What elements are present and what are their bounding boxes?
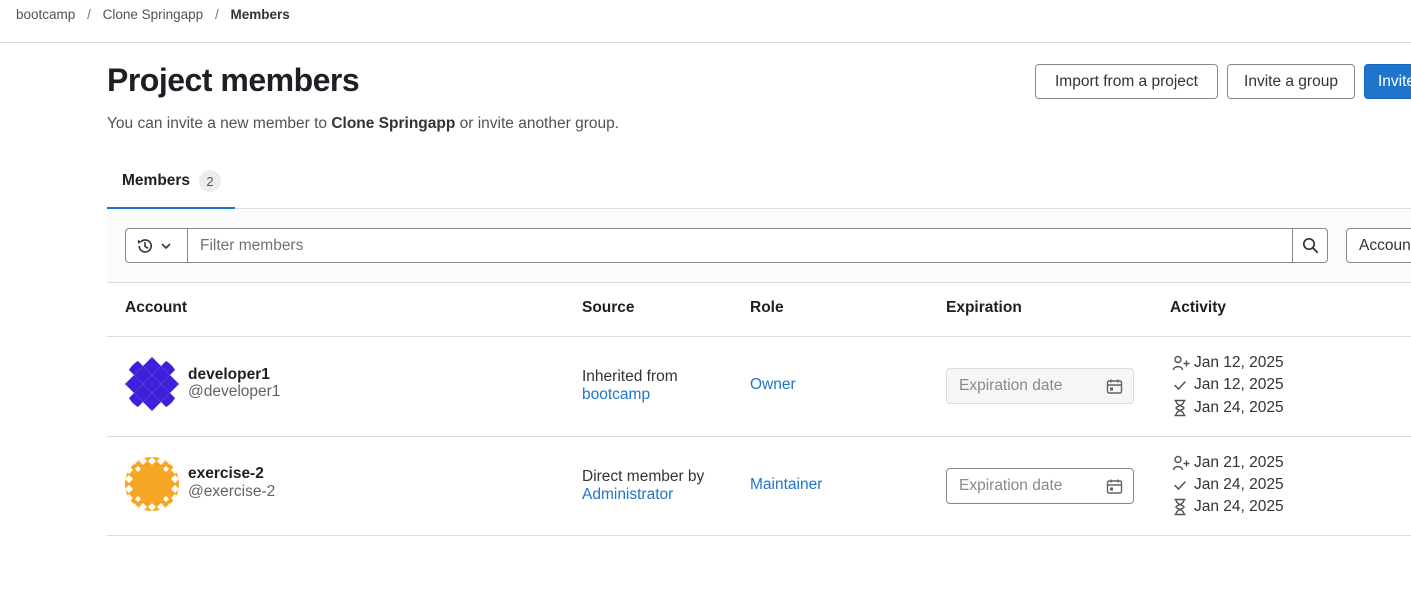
tab-members[interactable]: Members 2 [107,160,235,209]
identicon-avatar [125,357,179,411]
activity-last-activity: Jan 24, 2025 [1172,496,1284,518]
member-source: Direct member by Administrator [582,468,704,504]
user-created-date: Jan 12, 2025 [1194,354,1284,371]
access-granted-date: Jan 12, 2025 [1194,376,1284,393]
filter-members-input[interactable] [187,228,1293,263]
tab-members-label: Members [122,172,191,189]
page-description: You can invite a new member to Clone Spr… [107,115,619,133]
role-dropdown[interactable]: Maintainer [750,476,822,494]
activity-last-activity: Jan 24, 2025 [1172,397,1284,419]
expiration-date-field[interactable]: Expiration date [946,468,1134,504]
role-link[interactable]: Owner [750,376,796,394]
activity-user-created: Jan 12, 2025 [1172,352,1284,374]
import-from-project-button[interactable]: Import from a project [1035,64,1218,99]
chevron-down-icon [161,243,171,249]
last-activity-date: Jan 24, 2025 [1194,399,1284,416]
avatar[interactable] [125,457,179,511]
last-activity-date: Jan 24, 2025 [1194,498,1284,515]
description-suffix: or invite another group. [455,115,620,132]
expiration-placeholder: Expiration date [959,377,1063,394]
check-icon [1174,381,1186,391]
activity-access-granted: Jan 24, 2025 [1172,474,1284,496]
activity-access-granted: Jan 12, 2025 [1172,374,1284,396]
member-name[interactable]: exercise-2 [188,465,264,483]
calendar-icon [1106,479,1123,494]
member-source: Inherited from bootcamp [582,368,678,404]
calendar-icon [1106,379,1123,394]
column-header-role: Role [750,299,784,316]
member-username: @exercise-2 [188,483,276,500]
description-project: Clone Springapp [331,115,456,132]
user-added-icon [1172,455,1190,471]
header-divider [0,42,1411,43]
breadcrumb-separator: / [87,7,91,22]
source-link[interactable]: bootcamp [582,386,678,404]
check-icon [1174,481,1186,491]
breadcrumb-item-bootcamp[interactable]: bootcamp [16,7,75,22]
column-header-expiration: Expiration [946,299,1022,316]
breadcrumb: bootcamp / Clone Springapp / Members [16,7,290,22]
source-text: Direct member by [582,468,705,485]
column-header-activity: Activity [1170,299,1226,316]
tabs-divider [235,208,1411,209]
search-button[interactable] [1292,228,1328,263]
header-row-divider [107,336,1411,337]
invite-group-button[interactable]: Invite a group [1227,64,1355,99]
history-icon [137,238,152,253]
row-divider [107,535,1411,536]
row-divider [107,436,1411,437]
hourglass-icon [1174,399,1186,417]
description-prefix: You can invite a new member to [107,115,332,132]
page-title: Project members [107,62,360,98]
activity-user-created: Jan 21, 2025 [1172,452,1284,474]
filter-bar: Account [107,210,1411,283]
column-header-account: Account [125,299,187,316]
breadcrumb-item-current: Members [230,7,290,22]
access-granted-date: Jan 24, 2025 [1194,476,1284,493]
source-link[interactable]: Administrator [582,486,704,504]
source-text: Inherited from [582,368,678,385]
breadcrumb-item-project[interactable]: Clone Springapp [103,7,204,22]
recent-searches-dropdown[interactable] [125,228,188,263]
user-created-date: Jan 21, 2025 [1194,454,1284,471]
invite-members-button[interactable]: Invite [1364,64,1411,99]
member-name[interactable]: developer1 [188,366,270,384]
column-header-source: Source [582,299,635,316]
expiration-placeholder: Expiration date [959,477,1063,494]
avatar[interactable] [125,357,179,411]
identicon-avatar [125,457,179,511]
sort-dropdown[interactable]: Account [1346,228,1411,263]
user-added-icon [1172,355,1190,371]
search-icon [1302,237,1318,254]
tab-members-count-badge: 2 [199,170,221,192]
expiration-date-field: Expiration date [946,368,1134,404]
hourglass-icon [1174,498,1186,516]
member-username: @developer1 [188,383,281,400]
breadcrumb-separator: / [214,7,219,22]
